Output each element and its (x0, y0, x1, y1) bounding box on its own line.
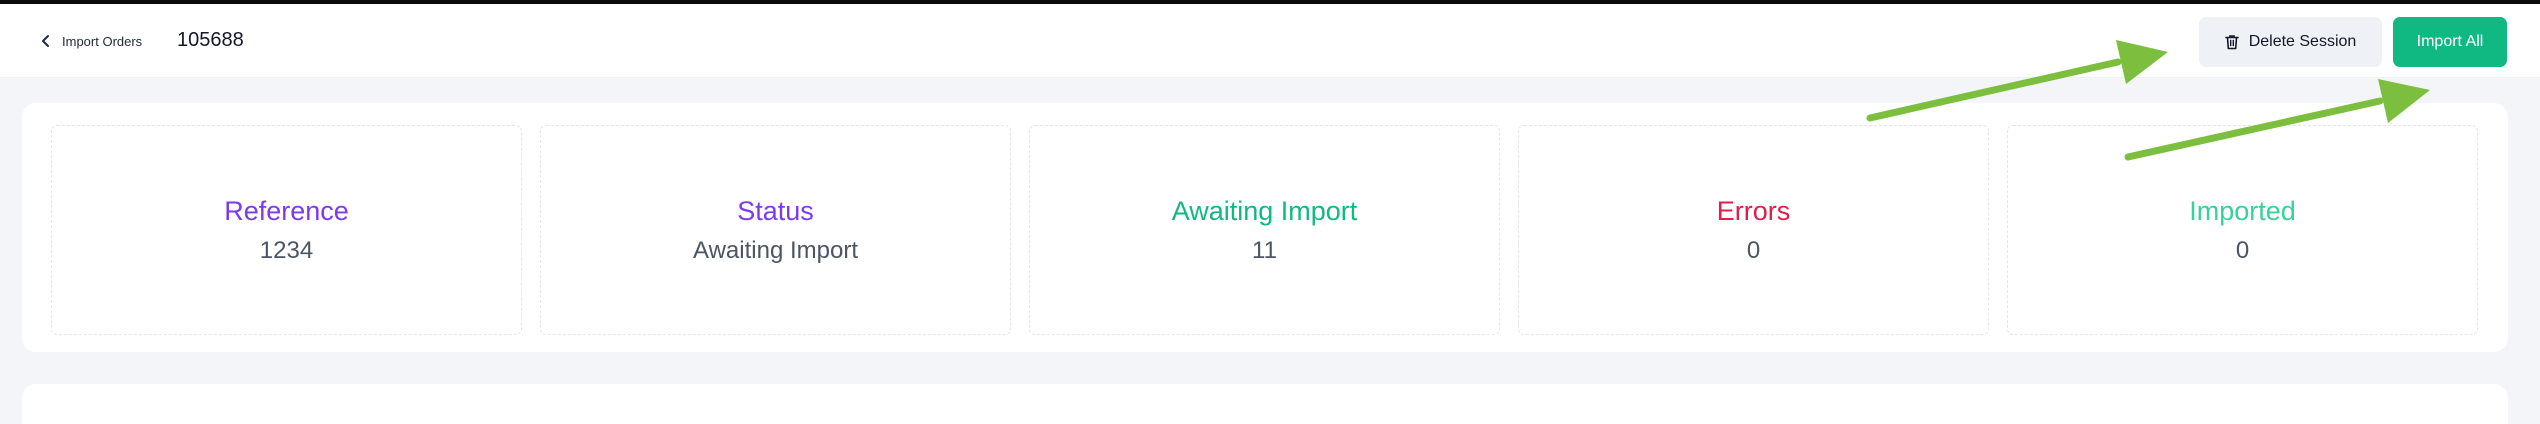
import-all-label: Import All (2416, 33, 2484, 50)
stat-value: 0 (1746, 236, 1761, 264)
stat-label: Errors (1716, 195, 1791, 226)
stats-panel: Reference 1234 Status Awaiting Import Aw… (22, 103, 2508, 352)
stat-card-status: Status Awaiting Import (540, 125, 1011, 335)
stat-value: Awaiting Import (693, 236, 858, 264)
stat-label: Imported (2189, 195, 2296, 226)
delete-session-label: Delete Session (2248, 33, 2357, 50)
stat-label: Status (737, 195, 814, 226)
stat-card-imported: Imported 0 (2007, 125, 2478, 335)
stat-value: 0 (2235, 236, 2250, 264)
page-title: 105688 (177, 29, 244, 51)
delete-session-button[interactable]: Delete Session (2199, 17, 2382, 67)
trash-icon (2224, 34, 2239, 50)
stat-value: 11 (1252, 236, 1277, 264)
stat-label: Reference (224, 195, 349, 226)
stat-value: 1234 (259, 236, 314, 264)
import-all-button[interactable]: Import All (2393, 17, 2507, 67)
page-header: Import Orders 105688 Delete Session Impo… (0, 4, 2540, 78)
stat-card-reference: Reference 1234 (51, 125, 522, 335)
stat-card-errors: Errors 0 (1518, 125, 1989, 335)
chevron-left-icon (40, 34, 52, 48)
back-link-label: Import Orders (62, 33, 143, 49)
stat-label: Awaiting Import (1171, 195, 1358, 226)
stat-card-awaiting-import: Awaiting Import 11 (1029, 125, 1500, 335)
orders-panel (22, 384, 2508, 424)
back-link[interactable]: Import Orders (40, 26, 142, 56)
